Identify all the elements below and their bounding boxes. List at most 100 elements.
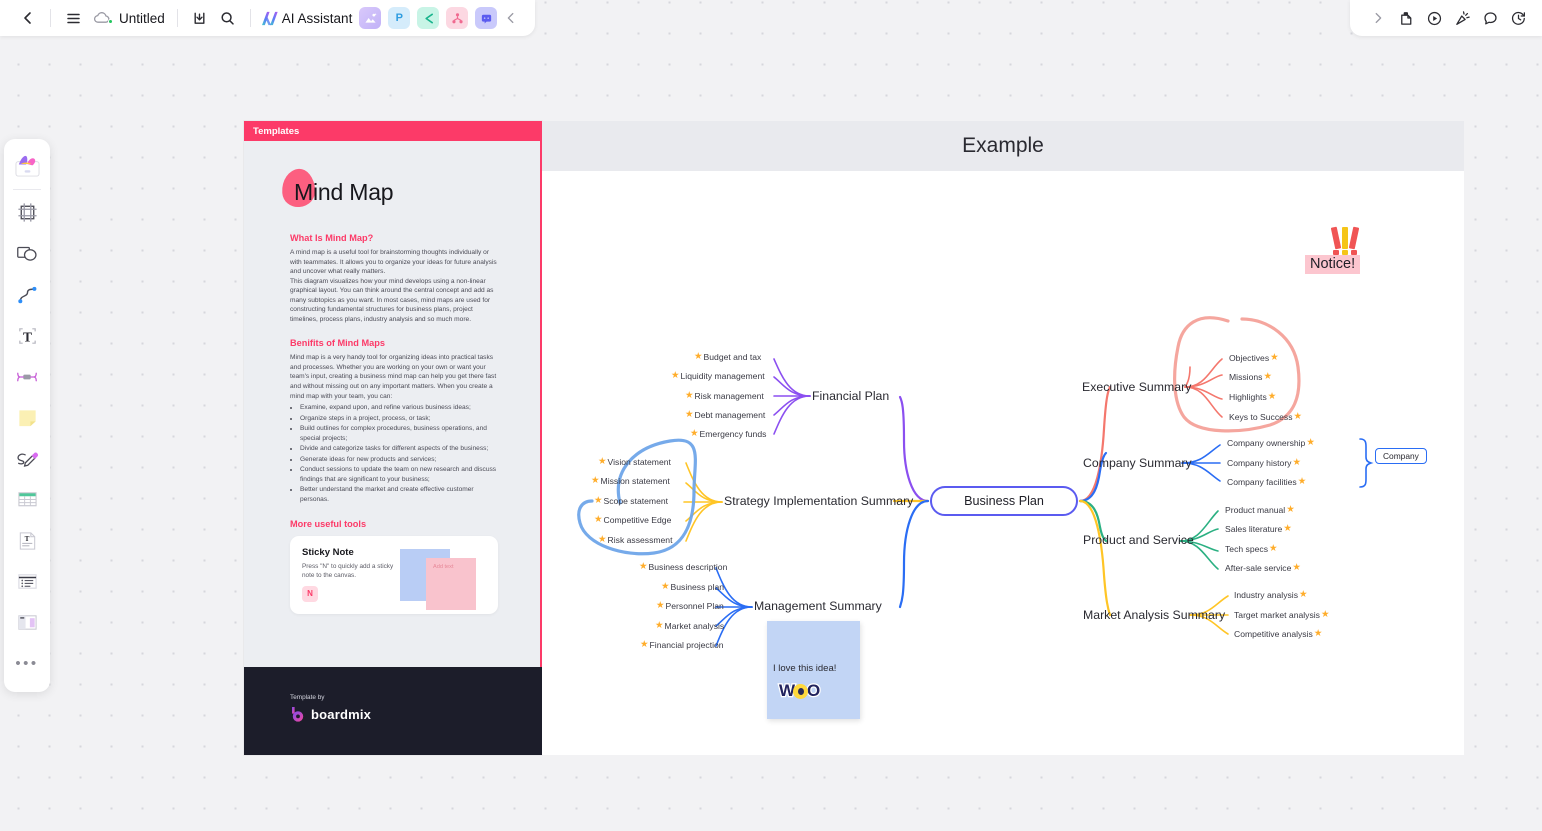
leaf-debt-management[interactable]: ★ Debt management [685,410,765,420]
search-icon[interactable] [214,4,242,32]
star-icon: ★ [598,534,607,546]
leaf-financial-projection[interactable]: ★ Financial projection [640,640,724,650]
star-icon: ★ [1270,352,1279,364]
leaf-label: Keys to Success [1229,412,1293,422]
leaf-competitive-analysis[interactable]: Competitive analysis ★ [1234,629,1322,639]
leaf-company-history[interactable]: Company history ★ [1227,458,1301,468]
leaf-competitive-edge[interactable]: ★ Competitive Edge [594,515,671,525]
tool-document[interactable]: T [8,520,46,561]
leaf-label: Missions [1229,372,1263,382]
tool-templates[interactable] [8,145,46,186]
leaf-emergency-funds[interactable]: ★ Emergency funds [690,429,766,439]
leaf-vision-statement[interactable]: ★ Vision statement [598,457,671,467]
comment-bubble-icon[interactable] [1476,4,1504,32]
leaf-keys-to-success[interactable]: Keys to Success ★ [1229,412,1302,422]
leaf-liquidity-management[interactable]: ★ Liquidity management [671,371,765,381]
branch-financial-plan[interactable]: Financial Plan [812,389,889,403]
top-right-toolbar [1350,0,1542,36]
divider [13,189,41,190]
celebrate-icon[interactable] [1448,4,1476,32]
template-title-block: Mind Map [280,167,498,219]
tool-more-button[interactable]: ••• [8,643,46,684]
leaf-product-manual[interactable]: Product manual ★ [1225,505,1295,515]
shortcut-key-badge: N [302,585,318,602]
leaf-label: Debt management [694,410,766,420]
leaf-company-ownership[interactable]: Company ownership ★ [1227,438,1315,448]
mindmap-canvas[interactable]: Business Plan Financial Plan Strategy Im… [542,171,1464,755]
tool-card-description: Press "N" to quickly add a sticky note t… [302,562,394,580]
sticky-note-tool-card[interactable]: Sticky Note Press "N" to quickly add a s… [290,535,498,614]
flowchart-chip[interactable] [417,7,440,29]
download-icon[interactable] [186,4,214,32]
tool-sticky-note[interactable] [8,397,46,438]
frame-title-bar: Example [542,121,1464,171]
woo-letter-w: W [778,680,797,702]
leaf-label: Objectives [1229,353,1270,363]
leaf-budget-and-tax[interactable]: ★ Budget and tax [694,352,761,362]
document-title[interactable]: Untitled [119,11,165,26]
play-presentation-icon[interactable] [1420,4,1448,32]
leaf-industry-analysis[interactable]: Industry analysis ★ [1234,590,1308,600]
leaf-highlights[interactable]: Highlights ★ [1229,392,1276,402]
mindmap-chip[interactable] [446,7,469,29]
branch-executive-summary[interactable]: Executive Summary [1082,380,1191,394]
collapse-apps-button[interactable] [497,4,525,32]
leaf-market-analysis[interactable]: ★ Market analysis [655,621,724,631]
tool-table[interactable] [8,479,46,520]
leaf-label: Risk management [694,391,764,401]
star-icon: ★ [591,475,600,487]
presentation-chip[interactable]: P [388,7,411,29]
benefits-list: Examine, expand upon, and refine various… [290,403,498,504]
tool-pen[interactable] [8,438,46,479]
notice-text[interactable]: Notice! [1305,255,1361,274]
expand-right-button[interactable] [1364,4,1392,32]
tool-mindmap[interactable] [8,356,46,397]
branch-market-analysis-summary[interactable]: Market Analysis Summary [1083,608,1225,622]
sticky-note-text[interactable]: I love this idea! [767,621,860,674]
tool-shape[interactable] [8,233,46,274]
sticky-note[interactable]: I love this idea! W O [767,621,860,719]
leaf-missions[interactable]: Missions ★ [1229,372,1272,382]
branch-strategy-implementation-summary[interactable]: Strategy Implementation Summary [724,494,913,508]
leaf-risk-assessment[interactable]: ★ Risk assessment [598,535,672,545]
leaf-scope-statement[interactable]: ★ Scope statement [594,496,668,506]
leaf-label: Highlights [1229,392,1267,402]
leaf-label: Liquidity management [680,371,765,381]
lock-note-icon[interactable] [1392,4,1420,32]
woo-letter-o: O [806,680,822,702]
notice-annotation[interactable]: Notice! [1305,226,1361,274]
comment-chip[interactable] [475,7,498,29]
tool-text[interactable]: T [8,315,46,356]
ai-assistant-label[interactable]: AI Assistant [282,11,353,26]
leaf-sales-literature[interactable]: Sales literature ★ [1225,524,1292,534]
section-heading-more-tools: More useful tools [290,518,367,529]
leaf-personnel-plan[interactable]: ★ Personnel Plan [656,601,724,611]
leaf-company-facilities[interactable]: Company facilities ★ [1227,477,1306,487]
tool-outline[interactable] [8,561,46,602]
template-footer: Template by boardmix [244,667,542,755]
star-icon: ★ [594,514,603,526]
branch-company-summary[interactable]: Company Summary [1083,456,1192,470]
star-icon: ★ [1263,371,1272,383]
image-generate-chip[interactable] [359,7,382,29]
tool-layout[interactable] [8,602,46,643]
timer-icon[interactable] [1504,4,1532,32]
branch-management-summary[interactable]: Management Summary [754,599,882,613]
leaf-objectives[interactable]: Objectives ★ [1229,353,1279,363]
template-card[interactable]: Templates Mind Map What Is Mind Map? A m… [244,121,542,755]
leaf-risk-management[interactable]: ★ Risk management [685,391,764,401]
leaf-mission-statement[interactable]: ★ Mission statement [591,476,670,486]
leaf-tech-specs[interactable]: Tech specs ★ [1225,544,1278,554]
central-node[interactable]: Business Plan [930,486,1078,516]
leaf-business-plan[interactable]: ★ Business plan [661,582,724,592]
back-button[interactable] [14,4,42,32]
hamburger-menu-icon[interactable] [59,4,87,32]
leaf-target-market-analysis[interactable]: Target market analysis ★ [1234,610,1330,620]
tool-frame[interactable] [8,192,46,233]
branch-product-and-service[interactable]: Product and Service [1083,533,1194,547]
tool-connector[interactable] [8,274,46,315]
leaf-business-description[interactable]: ★ Business description [639,562,727,572]
example-frame[interactable]: Example Business Plan Financial Plan Str… [542,121,1464,755]
company-bracket-label[interactable]: Company [1375,448,1427,464]
leaf-after-sale-service[interactable]: After-sale service ★ [1225,563,1301,573]
